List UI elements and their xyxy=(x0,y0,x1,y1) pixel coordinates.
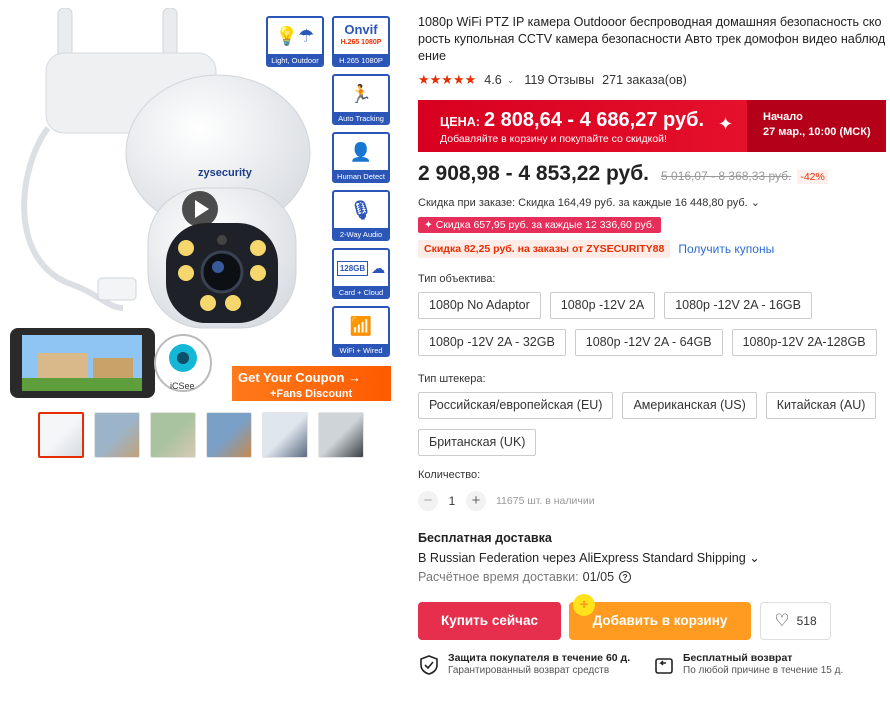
orders-count: 271 заказа(ов) xyxy=(602,73,687,87)
bulb-umbrella-icon: 💡☂ Light, Outdoor xyxy=(266,16,324,67)
promo-price-panel: ЦЕНА: 2 808,64 - 4 686,27 руб. Добавляйте… xyxy=(418,100,747,152)
quantity-input[interactable]: 1 xyxy=(438,494,466,508)
gallery-thumbnail[interactable] xyxy=(262,412,308,458)
plug-option[interactable]: Американская (US) xyxy=(622,392,757,419)
promo-banner: ЦЕНА: 2 808,64 - 4 686,27 руб. Добавляйте… xyxy=(418,100,886,152)
free-return[interactable]: Бесплатный возврат По любой причине в те… xyxy=(653,652,888,676)
feature-badge-label: WiFi + Wired xyxy=(334,344,388,355)
app-name-label: iCSee xyxy=(170,381,195,391)
promo-label: ЦЕНА: xyxy=(440,115,480,129)
gallery-thumbnail[interactable] xyxy=(38,412,84,458)
gallery-thumbnail[interactable] xyxy=(94,412,140,458)
thumbnail-strip xyxy=(38,412,364,458)
product-title: 1080p WiFi PTZ IP камера Outdooor беспро… xyxy=(418,15,886,63)
lens-option[interactable]: 1080p -12V 2A xyxy=(549,292,656,319)
plug-type-label: Тип штекера: xyxy=(418,373,486,385)
lens-option[interactable]: 1080p -12V 2A - 64GB xyxy=(574,329,723,356)
shipping-title: Бесплатная доставка xyxy=(418,531,552,545)
auto-tracking-icon: 🏃 Auto Tracking xyxy=(332,74,390,125)
current-price: 2 908,98 - 4 853,22 руб. xyxy=(418,162,650,185)
buyer-protection-sub: Гарантированный возврат средств xyxy=(448,665,610,676)
feature-badge-label: Light, Outdoor xyxy=(268,54,322,65)
get-coupons-link[interactable]: Получить купоны xyxy=(678,242,774,256)
promo-price-range: 2 808,64 - 4 686,27 руб. xyxy=(483,109,705,131)
feature-badge-label: 2-Way Audio xyxy=(334,228,388,239)
brand-logo: zysecurity xyxy=(198,167,253,179)
store-coupon-tag: Скидка 82,25 руб. на заказы от ZYSECURIT… xyxy=(418,240,671,258)
wishlist-button[interactable]: ♡ 518 xyxy=(760,602,831,640)
sparkle-icon: ✦ xyxy=(718,114,734,134)
quantity-label: Количество: xyxy=(418,469,481,481)
discount-badge: -42% xyxy=(797,170,828,184)
product-info: 1080p WiFi PTZ IP камера Outdooor беспро… xyxy=(418,14,888,676)
shipping-method[interactable]: В Russian Federation через AliExpress St… xyxy=(418,550,888,565)
return-box-icon xyxy=(655,658,673,674)
chevron-down-icon[interactable]: ⌄ xyxy=(507,75,515,86)
feature-badge-label: Human Detect xyxy=(334,170,388,181)
price-row: 2 908,98 - 4 853,22 руб. 5 016,07 - 8 36… xyxy=(418,162,888,190)
delivery-estimate-label: Расчётное время доставки: xyxy=(418,570,579,584)
plug-type-options: Российская/европейская (EU) Американская … xyxy=(418,392,888,456)
lens-option[interactable]: 1080p No Adaptor xyxy=(418,292,541,319)
wifi-wired-icon: 📶 WiFi + Wired xyxy=(332,306,390,357)
rating-row: ★★★★★ 4.6 ⌄ 119 Отзывы 271 заказа(ов) xyxy=(418,71,888,89)
help-icon[interactable]: ? xyxy=(619,571,632,583)
feature-badge-label: Auto Tracking xyxy=(334,112,388,123)
add-to-cart-label: Добавить в корзину xyxy=(592,613,728,628)
order-discount-info[interactable]: Скидка при заказе: Скидка 164,49 руб. за… xyxy=(418,196,888,211)
lens-type-options: 1080p No Adaptor 1080p -12V 2A 1080p -12V … xyxy=(418,292,888,356)
shield-check-icon xyxy=(420,655,438,675)
gallery-thumbnail[interactable] xyxy=(150,412,196,458)
guarantees: Защита покупателя в течение 60 д. Гарант… xyxy=(418,652,888,676)
delivery-estimate: Расчётное время доставки: 01/05 ? xyxy=(418,570,888,584)
coupon-banner-line1: Get Your Coupon → xyxy=(238,370,361,385)
plus-coin-icon: + xyxy=(573,594,595,616)
promo-start-label: Начало xyxy=(763,111,803,123)
promo-start-date: 27 мар., 10:00 (МСК) xyxy=(763,126,871,138)
buyer-protection-title: Защита покупателя в течение 60 д. xyxy=(448,652,631,664)
gallery-thumbnail[interactable] xyxy=(318,412,364,458)
add-to-cart-button[interactable]: + Добавить в корзину xyxy=(569,594,751,640)
free-return-sub: По любой причине в течение 15 д. xyxy=(683,665,844,676)
buyer-protection[interactable]: Защита покупателя в течение 60 д. Гарант… xyxy=(418,652,653,676)
quantity-decrease-button[interactable]: − xyxy=(418,491,438,511)
promo-subtext: Добавляйте в корзину и покупайте со скид… xyxy=(440,133,667,145)
product-main-image[interactable]: zysecurity iCSee Get Your Coupon → +Fans… xyxy=(8,8,391,401)
promo-start-panel: Начало 27 мар., 10:00 (МСК) xyxy=(747,100,886,152)
card-cloud-icon: 128GB ☁ Card + Cloud xyxy=(332,248,390,299)
plug-option[interactable]: Китайская (AU) xyxy=(765,392,877,419)
two-way-audio-icon: 🎙 2-Way Audio xyxy=(332,190,390,241)
rating-value[interactable]: 4.6 xyxy=(484,73,502,87)
star-rating-icon: ★★★★★ xyxy=(418,72,477,87)
coupon-banner-line2: +Fans Discount xyxy=(270,388,353,400)
store-discount-tag: ✦ Скидка 657,95 руб. за каждые 12 336,60… xyxy=(418,217,661,233)
plug-option[interactable]: Британская (UK) xyxy=(418,429,537,456)
wishlist-count: 518 xyxy=(796,614,817,628)
lens-option[interactable]: 1080p -12V 2A - 16GB xyxy=(664,292,812,319)
reviews-link[interactable]: 119 Отзывы xyxy=(524,73,594,87)
feature-badge-label: H.265 1080P xyxy=(334,54,388,65)
delivery-estimate-value: 01/05 xyxy=(582,570,615,584)
free-return-title: Бесплатный возврат xyxy=(683,652,793,664)
heart-icon: ♡ xyxy=(774,611,790,630)
plug-option[interactable]: Российская/европейская (EU) xyxy=(418,392,614,419)
lens-type-label: Тип объектива: xyxy=(418,273,496,285)
stock-count: 11675 шт. в наличии xyxy=(496,495,595,507)
lens-option[interactable]: 1080p -12V 2A - 32GB xyxy=(418,329,566,356)
feature-badge-label: Card + Cloud xyxy=(334,286,388,297)
action-buttons: Купить сейчас + Добавить в корзину ♡ 518 xyxy=(418,594,888,640)
onvif-icon: Onvif H.265 1080P H.265 1080P xyxy=(332,16,390,67)
quantity-increase-button[interactable]: + xyxy=(466,491,486,511)
lens-option[interactable]: 1080p-12V 2A-128GB xyxy=(731,329,877,356)
gallery-thumbnail[interactable] xyxy=(206,412,252,458)
old-price: 5 016,07 - 8 368,33 руб. xyxy=(661,169,792,183)
quantity-stepper: − 1 + 11675 шт. в наличии xyxy=(418,491,888,511)
human-detect-icon: 👤 Human Detect xyxy=(332,132,390,183)
buy-now-button[interactable]: Купить сейчас xyxy=(418,602,561,640)
